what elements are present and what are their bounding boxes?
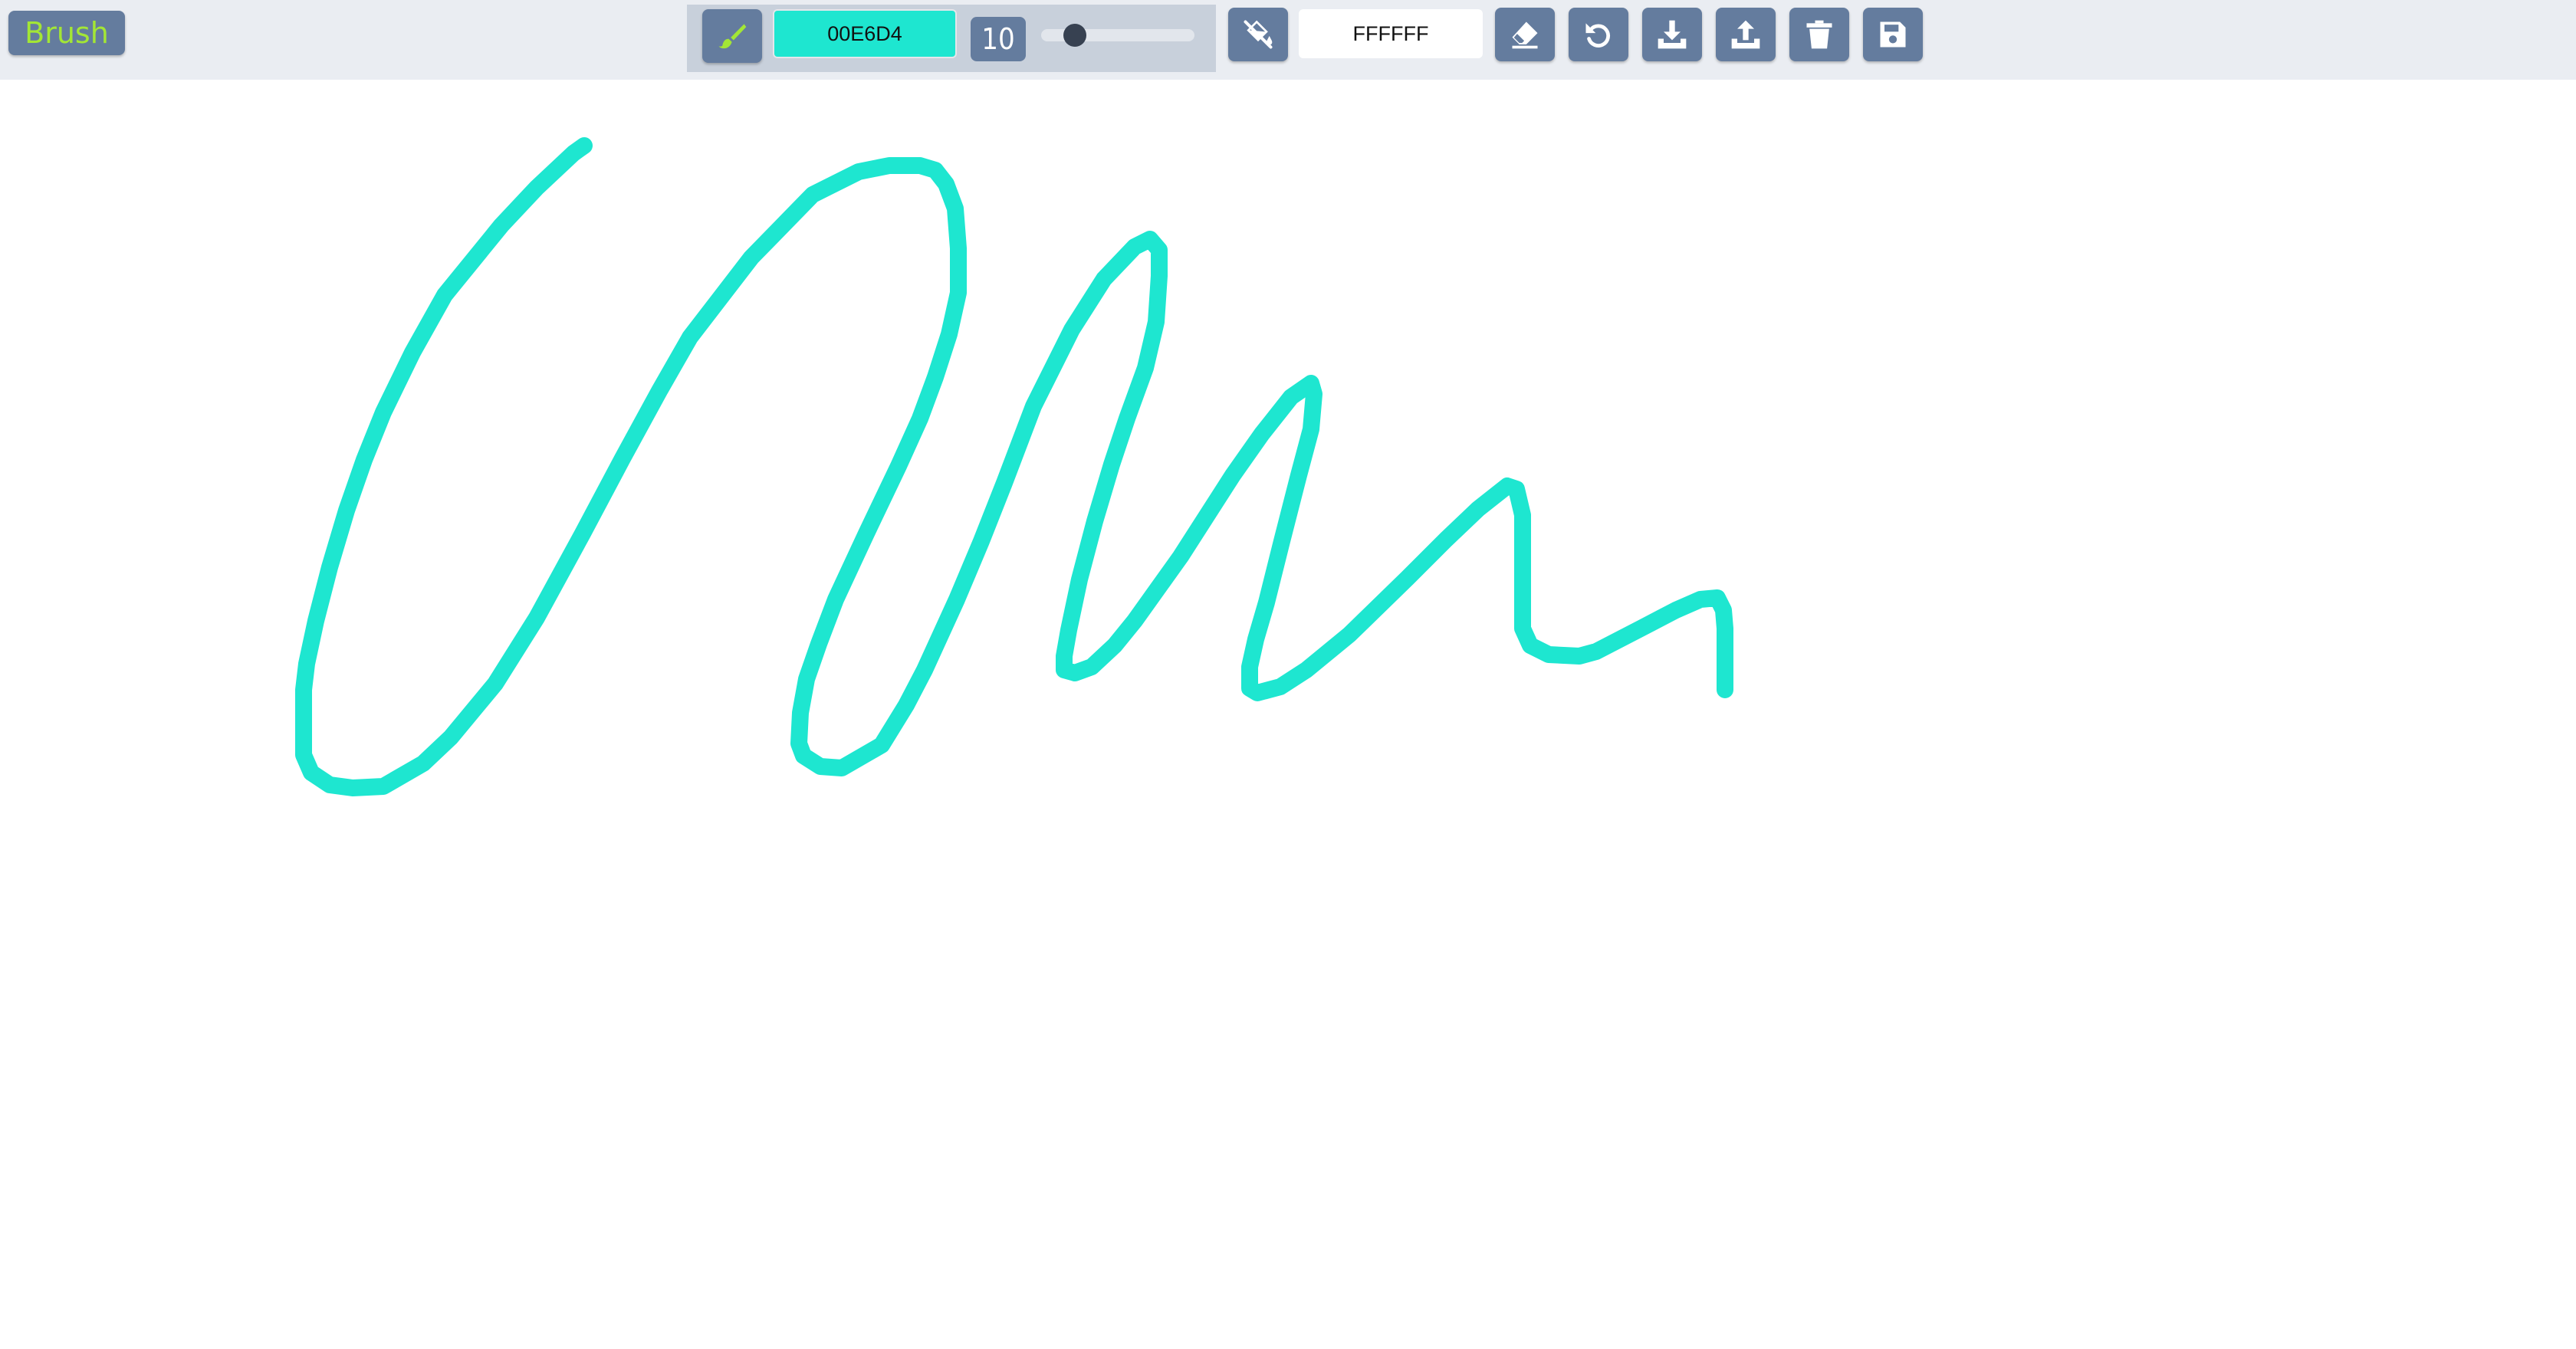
- undo-icon: [1585, 23, 1610, 48]
- save-button[interactable]: [1863, 8, 1923, 61]
- upload-icon: [1731, 20, 1760, 49]
- brush-size-slider-thumb[interactable]: [1063, 24, 1086, 47]
- fill-tool-button[interactable]: [1228, 8, 1288, 61]
- upload-button[interactable]: [1716, 8, 1776, 61]
- fill-bucket-icon: [1244, 20, 1273, 49]
- drawing-canvas[interactable]: [0, 80, 2576, 1349]
- fill-color-input[interactable]: FFFFFF: [1299, 9, 1483, 58]
- paint-brush-icon: [718, 24, 747, 49]
- brush-tool-button[interactable]: [702, 9, 762, 63]
- clear-canvas-button[interactable]: [1789, 8, 1849, 61]
- brush-stroke: [295, 137, 1733, 796]
- save-icon: [1880, 21, 1906, 48]
- brush-size-slider[interactable]: [1041, 24, 1194, 47]
- toolbar: Brush 00E6D4 10 FFFFFF: [0, 0, 2576, 80]
- undo-button[interactable]: [1569, 8, 1628, 61]
- brush-color-input[interactable]: 00E6D4: [773, 9, 957, 58]
- download-icon: [1658, 20, 1687, 49]
- eraser-icon: [1512, 21, 1538, 49]
- eraser-button[interactable]: [1495, 8, 1555, 61]
- trash-icon: [1806, 20, 1832, 49]
- download-button[interactable]: [1642, 8, 1702, 61]
- brush-size-value: 10: [971, 17, 1026, 61]
- mode-label: Brush: [8, 11, 125, 55]
